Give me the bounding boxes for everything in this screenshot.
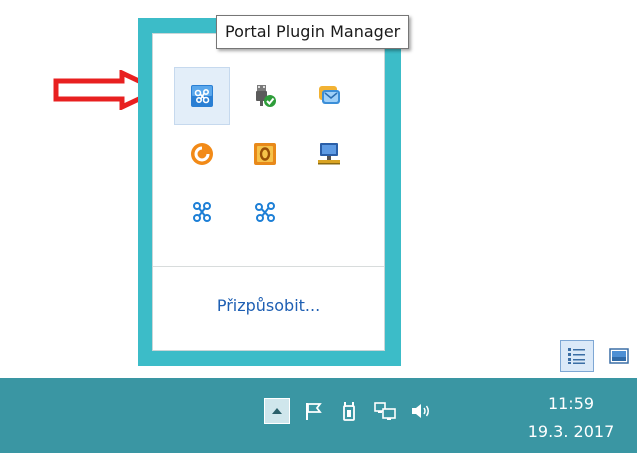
office-app-button[interactable] [237, 125, 293, 183]
large-icons-view-button[interactable] [600, 340, 637, 372]
flyout-divider [153, 266, 384, 267]
flyout-panel: Přizpůsobit... [152, 33, 385, 351]
network-computer-icon [318, 143, 340, 165]
details-view-icon [568, 348, 585, 364]
avast-antivirus-button[interactable] [174, 125, 230, 183]
clock-date: 19.3. 2017 [527, 422, 615, 441]
avast-antivirus-icon [191, 143, 213, 165]
usb-safely-remove-button[interactable] [237, 67, 293, 125]
network-computer-button[interactable] [301, 125, 357, 183]
power-icon [343, 402, 355, 421]
network-icon [374, 402, 396, 420]
portal-plugin-manager-icon [191, 85, 213, 107]
hidden-icons-grid [153, 34, 384, 264]
office-app-icon [254, 143, 276, 165]
messenger-button[interactable] [301, 67, 357, 125]
tray-overflow-flyout: Přizpůsobit... [138, 18, 401, 366]
volume-icon [412, 404, 429, 418]
details-view-button[interactable] [560, 340, 594, 372]
action-center-button[interactable] [300, 398, 326, 424]
plugin-network-button[interactable] [237, 183, 293, 241]
bluetooth-network-icon [193, 202, 211, 222]
customize-link[interactable]: Přizpůsobit... [153, 296, 384, 315]
screen: Přizpůsobit... Portal Plugin Manager 11:… [0, 0, 637, 453]
plugin-network-icon [255, 202, 275, 222]
taskbar-clock[interactable]: 11:59 19.3. 2017 [511, 390, 631, 446]
image-view-icon [608, 348, 629, 364]
network-button[interactable] [372, 398, 398, 424]
bluetooth-network-button[interactable] [174, 183, 230, 241]
show-hidden-icons-button[interactable] [264, 398, 290, 424]
tooltip: Portal Plugin Manager [216, 15, 410, 49]
clock-time: 11:59 [547, 394, 595, 413]
power-button[interactable] [336, 398, 362, 424]
messenger-icon [319, 86, 340, 104]
volume-button[interactable] [408, 398, 434, 424]
usb-safely-remove-icon [256, 85, 276, 107]
flag-icon [306, 403, 322, 420]
show-hidden-icons-icon [272, 408, 282, 414]
portal-plugin-manager-button[interactable] [174, 67, 230, 125]
taskbar: 11:59 19.3. 2017 [0, 378, 637, 453]
